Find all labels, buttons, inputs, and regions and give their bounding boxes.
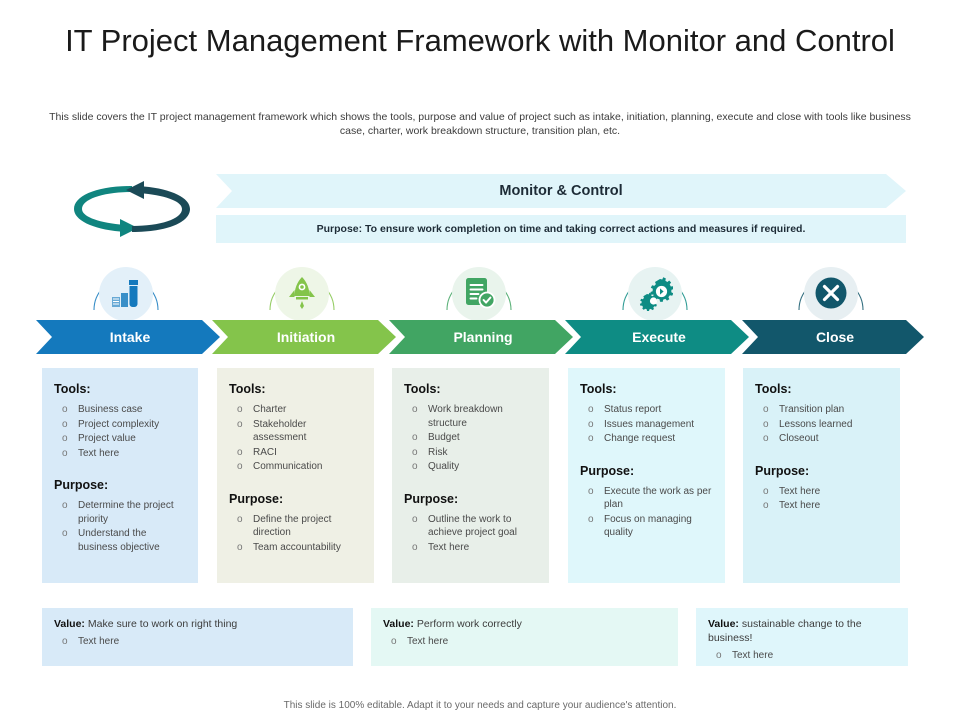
phase-chevron-label: Execute	[632, 329, 686, 345]
list-item: Status report	[580, 403, 713, 417]
phase-chevron-label: Close	[815, 329, 855, 345]
phase-chevron-initiation[interactable]: Initiation	[212, 320, 396, 354]
list-item: Text here	[54, 447, 186, 461]
gears-icon	[637, 275, 674, 312]
list-item: RACI	[229, 446, 362, 460]
footer-note: This slide is 100% editable. Adapt it to…	[283, 700, 677, 711]
monitor-control-purpose-bar: Purpose: To ensure work completion on ti…	[216, 215, 906, 243]
phase-chevron-intake[interactable]: Intake	[36, 320, 220, 354]
value-text: Perform work correctly	[416, 618, 522, 630]
value-box: Value: Perform work correctly Text here	[371, 608, 678, 666]
card-tools-list: Transition planLessons learnedCloseout	[755, 403, 888, 446]
value-label: Value:	[708, 618, 739, 630]
phase-icon-intake	[90, 258, 162, 330]
list-item: Text here	[383, 635, 666, 649]
phase-card-planning: Tools: Work breakdown structureBudgetRisk…	[392, 368, 549, 583]
card-tools-list: Business caseProject complexityProject v…	[54, 403, 186, 460]
phase-card-intake: Tools: Business caseProject complexityPro…	[42, 368, 198, 583]
card-purpose-list: Outline the work to achieve project goal…	[404, 513, 537, 555]
list-item: Stakeholder assessment	[229, 418, 362, 445]
value-statement: Value: Make sure to work on right thing	[54, 617, 341, 631]
phase-card-initiation: Tools: CharterStakeholder assessmentRACIC…	[217, 368, 374, 583]
value-text: Make sure to work on right thing	[87, 618, 238, 630]
list-item: Lessons learned	[755, 418, 888, 432]
list-item: Risk	[404, 446, 537, 460]
phase-chevron-execute[interactable]: Execute	[565, 320, 749, 354]
card-tools-list: Work breakdown structureBudgetRiskQualit…	[404, 403, 537, 474]
value-statement: Value: Perform work correctly	[383, 617, 666, 631]
list-item: Outline the work to achieve project goal	[404, 513, 537, 540]
card-tools-list: CharterStakeholder assessmentRACICommuni…	[229, 403, 362, 474]
list-item: Project value	[54, 432, 186, 446]
value-bullet-list: Text here	[383, 635, 666, 649]
list-item: Text here	[54, 635, 341, 649]
card-purpose-heading: Purpose:	[229, 491, 284, 506]
rocket-icon	[284, 275, 320, 311]
list-item: Budget	[404, 431, 537, 445]
card-tools-heading: Tools:	[404, 382, 441, 396]
list-item: Focus on managing quality	[580, 513, 713, 540]
card-purpose-heading: Purpose:	[580, 463, 635, 478]
card-purpose-list: Execute the work as per planFocus on man…	[580, 485, 713, 540]
card-tools-heading: Tools:	[54, 382, 91, 396]
list-item: Determine the project priority	[54, 499, 186, 526]
phase-icon-execute	[619, 258, 691, 330]
list-item: Team accountability	[229, 541, 362, 555]
list-item: Define the project direction	[229, 513, 362, 540]
phase-icon-planning	[443, 258, 515, 330]
list-item: Work breakdown structure	[404, 403, 537, 430]
value-label: Value:	[54, 618, 85, 630]
value-label: Value:	[383, 618, 414, 630]
phase-icon-initiation	[266, 258, 338, 330]
phase-chevron-label: Planning	[453, 329, 513, 345]
phase-icon-close	[795, 258, 867, 330]
phase-card-execute: Tools: Status reportIssues managementChan…	[568, 368, 725, 583]
list-item: Quality	[404, 460, 537, 474]
card-purpose-heading: Purpose:	[54, 478, 109, 492]
page-title: IT Project Management Framework with Mon…	[65, 23, 895, 58]
monitor-control-banner: Monitor & Control	[216, 174, 906, 208]
card-purpose-heading: Purpose:	[404, 491, 459, 506]
value-statement: Value: sustainable change to the busines…	[708, 617, 896, 645]
list-item: Business case	[54, 403, 186, 417]
phase-chevron-planning[interactable]: Planning	[389, 320, 573, 354]
list-item: Understand the business objective	[54, 527, 186, 554]
list-item: Execute the work as per plan	[580, 485, 713, 512]
list-item: Project complexity	[54, 418, 186, 432]
card-tools-list: Status reportIssues managementChange req…	[580, 403, 713, 446]
card-purpose-list: Text hereText here	[755, 485, 888, 513]
value-box: Value: sustainable change to the busines…	[696, 608, 908, 666]
list-item: Text here	[404, 541, 537, 555]
slide-description: This slide covers the IT project managem…	[49, 111, 911, 137]
list-item: Change request	[580, 432, 713, 446]
list-item: Text here	[755, 499, 888, 513]
monitor-control-purpose-text: Purpose: To ensure work completion on ti…	[316, 223, 806, 235]
phase-chevron-label: Intake	[109, 329, 151, 345]
card-tools-heading: Tools:	[755, 382, 792, 396]
monitor-control-label: Monitor & Control	[499, 183, 623, 199]
list-item: Charter	[229, 403, 362, 417]
card-purpose-heading: Purpose:	[755, 463, 810, 478]
list-item: Closeout	[755, 432, 888, 446]
value-box: Value: Make sure to work on right thing T…	[42, 608, 353, 666]
phase-card-close: Tools: Transition planLessons learnedClos…	[743, 368, 900, 583]
list-item: Text here	[755, 485, 888, 499]
phase-chevron-close[interactable]: Close	[742, 320, 924, 354]
list-item: Text here	[708, 649, 896, 663]
list-item: Issues management	[580, 418, 713, 432]
list-item: Transition plan	[755, 403, 888, 417]
document-check-icon	[461, 275, 497, 311]
card-tools-heading: Tools:	[229, 382, 266, 396]
inbox-tray-icon	[108, 275, 144, 311]
monitor-control-cycle-icon	[62, 176, 202, 242]
phase-chevron-label: Initiation	[276, 329, 336, 345]
card-purpose-list: Determine the project priorityUnderstand…	[54, 499, 186, 554]
list-item: Communication	[229, 460, 362, 474]
close-circle-icon	[813, 275, 849, 311]
value-bullet-list: Text here	[708, 649, 896, 663]
card-purpose-list: Define the project directionTeam account…	[229, 513, 362, 555]
card-tools-heading: Tools:	[580, 382, 617, 396]
value-bullet-list: Text here	[54, 635, 341, 649]
